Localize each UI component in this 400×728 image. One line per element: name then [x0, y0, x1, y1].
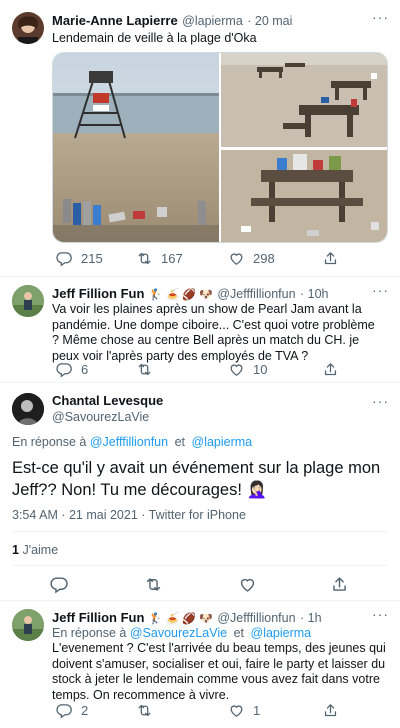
author-name[interactable]: Chantal Levesque: [52, 393, 163, 408]
tweet-date[interactable]: · 1h: [300, 611, 322, 625]
like-button[interactable]: 1: [228, 702, 260, 719]
author-emojis: 🏌 🍝 🏈 🐶: [148, 613, 213, 625]
tweet-actions: 215 167 298: [56, 250, 356, 270]
retweet-icon: [144, 575, 163, 594]
divider: [12, 531, 388, 532]
avatar[interactable]: [12, 12, 44, 44]
like-icon: [228, 702, 245, 719]
reply-button[interactable]: 6: [56, 361, 88, 378]
retweet-button[interactable]: [144, 575, 171, 594]
reply-icon: [56, 250, 73, 267]
tweet-text: L'evenement ? C'est l'arrivée du beau te…: [52, 641, 386, 702]
tweet-date[interactable]: · 20 mai: [247, 14, 292, 28]
reply-button[interactable]: [50, 575, 77, 594]
author-name[interactable]: Marie-Anne Lapierre: [52, 13, 178, 28]
reply-count: 215: [81, 251, 103, 266]
retweet-count: 167: [161, 251, 183, 266]
share-icon: [322, 702, 339, 719]
tweet-text: Va voir les plaines après un show de Pea…: [52, 302, 375, 363]
author-emojis: 🏌 🍝 🏈 🐶: [148, 289, 213, 301]
reply-icon: [56, 361, 73, 378]
retweet-button[interactable]: [136, 361, 161, 378]
focused-tweet: Chantal Levesque @SavourezLaVie ··· En r…: [0, 383, 400, 599]
author-name[interactable]: Jeff Fillion Fun: [52, 610, 144, 625]
reply-icon: [50, 575, 69, 594]
photo-lifeguard-tower[interactable]: [53, 53, 219, 242]
like-count: 1: [253, 703, 261, 718]
photo-trash-table[interactable]: [221, 150, 387, 242]
share-button[interactable]: [322, 361, 347, 378]
reply-context: En réponse à @SavourezLaVie et @lapierma: [52, 626, 312, 640]
share-icon: [322, 361, 339, 378]
author-handle[interactable]: @lapierma: [182, 14, 243, 28]
retweet-icon: [136, 361, 153, 378]
reply-icon: [56, 702, 73, 719]
reply-button[interactable]: 215: [56, 250, 103, 267]
retweet-button[interactable]: [136, 702, 161, 719]
likes-stat-label: J'aime: [22, 543, 59, 557]
retweet-button[interactable]: 167: [136, 250, 183, 267]
more-icon[interactable]: ···: [372, 606, 389, 622]
reply-button[interactable]: 2: [56, 702, 88, 719]
mention-link[interactable]: @lapierma: [251, 626, 312, 640]
like-button[interactable]: 10: [228, 361, 267, 378]
like-count: 10: [253, 362, 268, 377]
mention-link[interactable]: @Jefffillionfun: [90, 435, 168, 449]
like-icon: [238, 575, 257, 594]
author-handle[interactable]: @SavourezLaVie: [52, 410, 149, 424]
likes-stat-count: 1: [12, 543, 19, 557]
like-count: 298: [253, 251, 275, 266]
like-button[interactable]: 298: [228, 250, 275, 267]
share-button[interactable]: [322, 250, 347, 267]
author-handle[interactable]: @Jefffillionfun: [217, 611, 295, 625]
reply-count: 6: [81, 362, 89, 377]
avatar[interactable]: [12, 609, 44, 641]
reply-tweet[interactable]: Jeff Fillion Fun 🏌 🍝 🏈 🐶 @Jefffillionfun…: [0, 601, 400, 728]
tweet-text: Lendemain de veille à la plage d'Oka: [52, 31, 257, 45]
mention-link[interactable]: @lapierma: [192, 435, 253, 449]
share-button[interactable]: [330, 575, 357, 594]
author-handle[interactable]: @Jefffillionfun: [217, 287, 295, 301]
author-name[interactable]: Jeff Fillion Fun: [52, 286, 144, 301]
retweet-icon: [136, 250, 153, 267]
photo-beach-tables[interactable]: [221, 53, 387, 147]
reply-context: En réponse à @Jefffillionfun et @lapierm…: [12, 435, 253, 449]
tweet-text: Est-ce qu'il y avait un événement sur la…: [12, 459, 381, 499]
retweet-icon: [136, 702, 153, 719]
share-button[interactable]: [322, 702, 347, 719]
tweet-actions: 6 10: [56, 361, 356, 381]
likes-stat[interactable]: 1 J'aime: [12, 543, 58, 557]
tweet-date[interactable]: · 10h: [300, 287, 329, 301]
avatar[interactable]: [12, 393, 44, 425]
tweet-actions: 2 1: [56, 702, 356, 722]
tweet-timestamp[interactable]: 3:54 AM · 21 mai 2021 · Twitter for iPho…: [12, 508, 388, 524]
like-button[interactable]: [238, 575, 265, 594]
like-icon: [228, 250, 245, 267]
share-icon: [330, 575, 349, 594]
reply-count: 2: [81, 703, 89, 718]
divider: [12, 565, 388, 566]
tweet-actions: [50, 575, 350, 595]
like-icon: [228, 361, 245, 378]
more-icon[interactable]: ···: [372, 393, 389, 409]
media-grid[interactable]: [52, 52, 388, 243]
avatar[interactable]: [12, 285, 44, 317]
mention-link[interactable]: @SavourezLaVie: [130, 626, 227, 640]
share-icon: [322, 250, 339, 267]
reply-tweet[interactable]: Jeff Fillion Fun 🏌 🍝 🏈 🐶 @Jefffillionfun…: [0, 277, 400, 382]
more-icon[interactable]: ···: [372, 9, 389, 25]
tweet-original[interactable]: Marie-Anne Lapierre @lapierma · 20 mai ·…: [0, 0, 400, 282]
more-icon[interactable]: ···: [372, 282, 389, 298]
